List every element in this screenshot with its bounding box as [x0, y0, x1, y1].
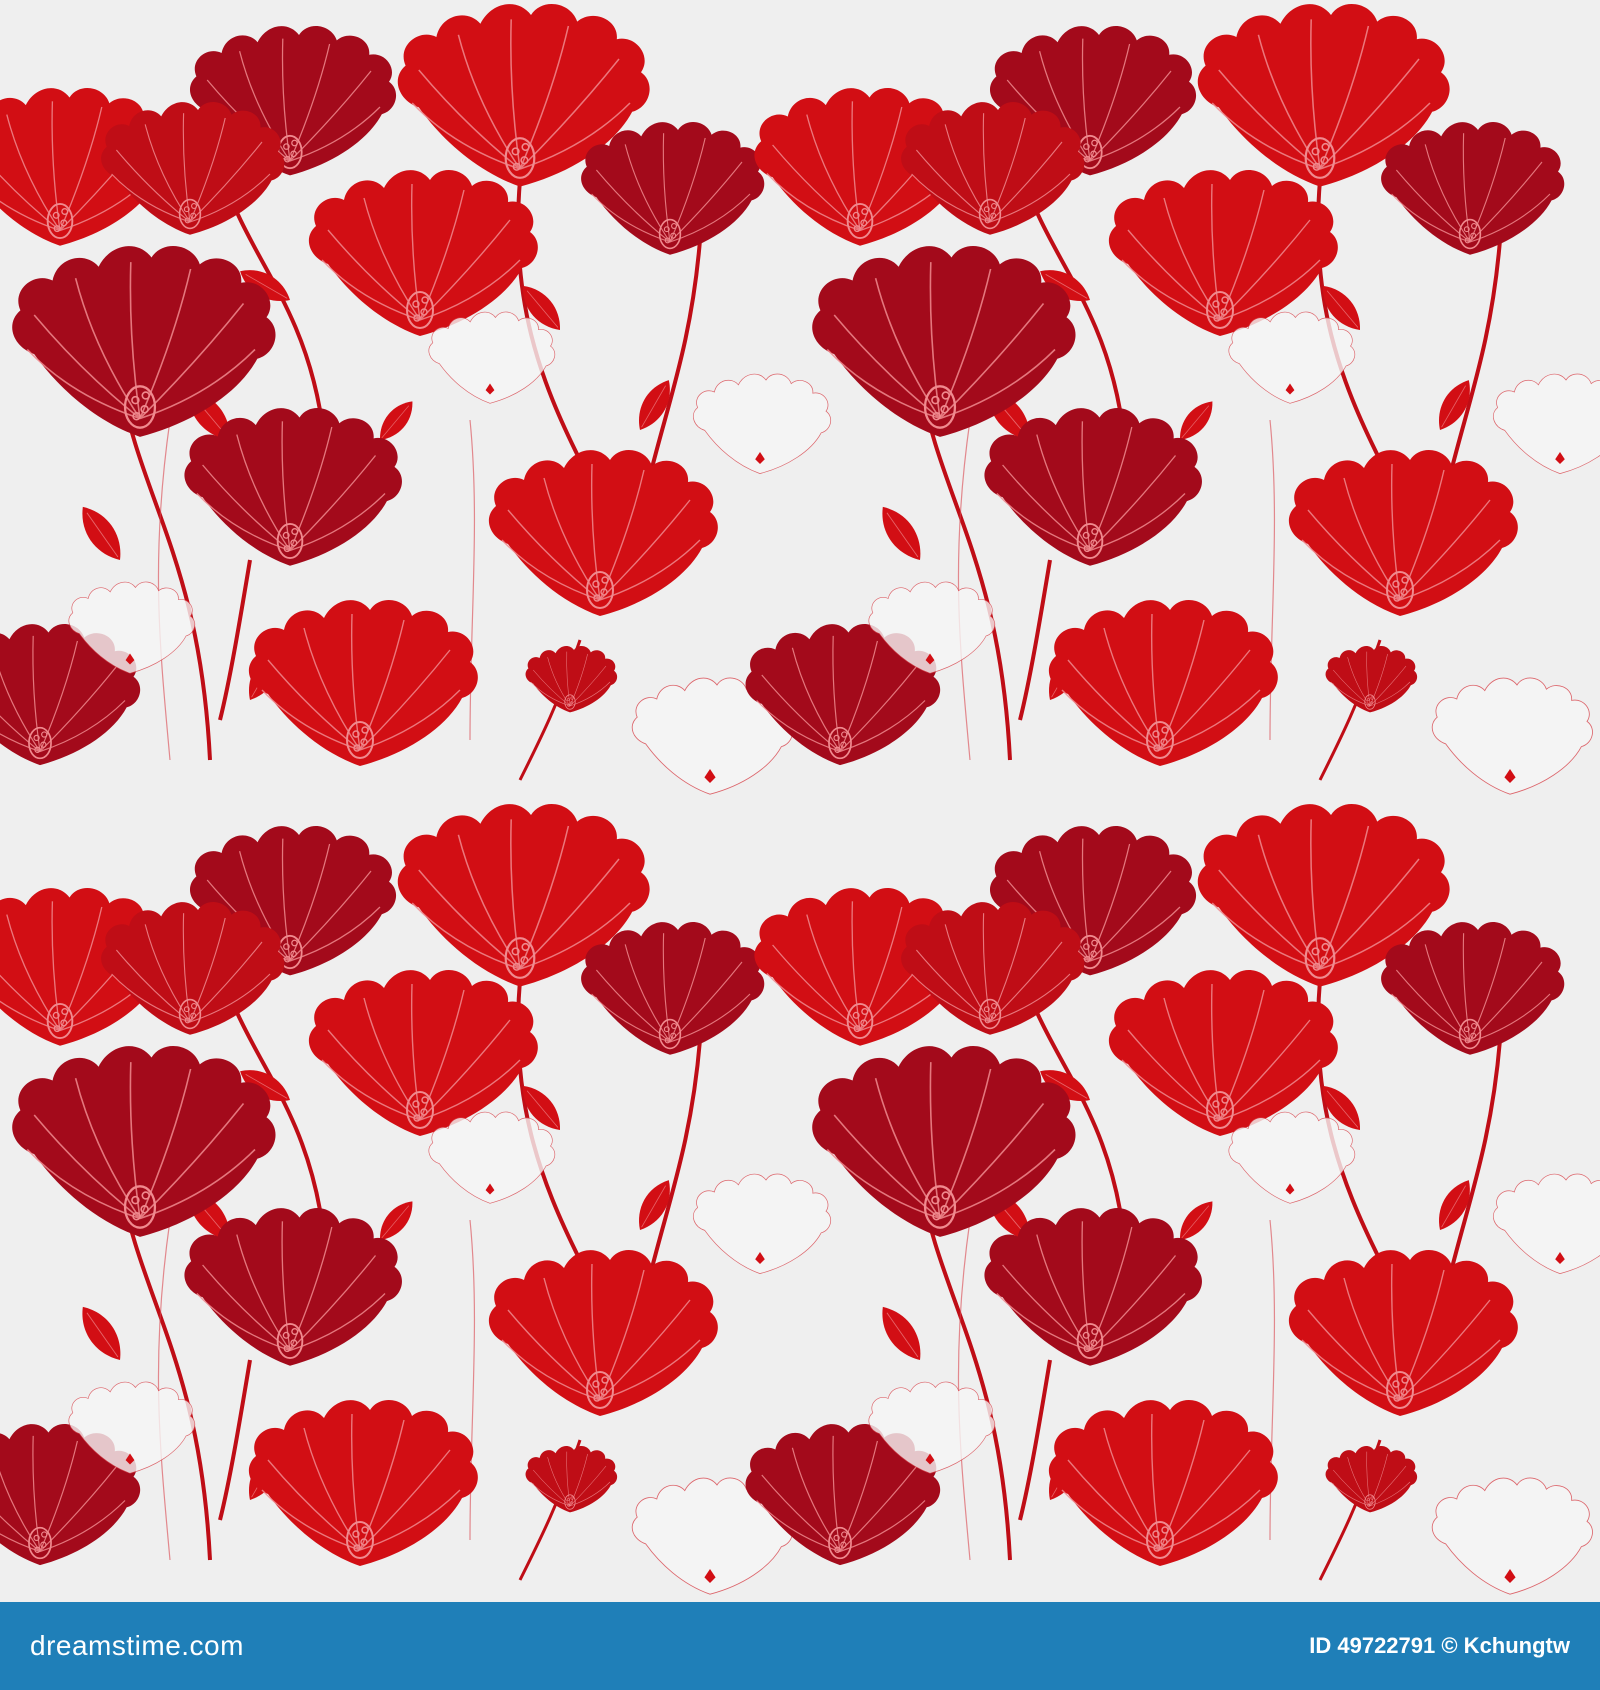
image-id-label: ID 49722791 © Kchungtw — [1309, 1633, 1570, 1658]
brand-logo-text[interactable]: dreamstime.com — [30, 1630, 244, 1662]
floral-pattern — [0, 0, 1600, 1602]
floral-pattern-svg — [0, 0, 1600, 1602]
footer-bar: dreamstime.com ID 49722791 © Kchungtw — [0, 1602, 1600, 1690]
